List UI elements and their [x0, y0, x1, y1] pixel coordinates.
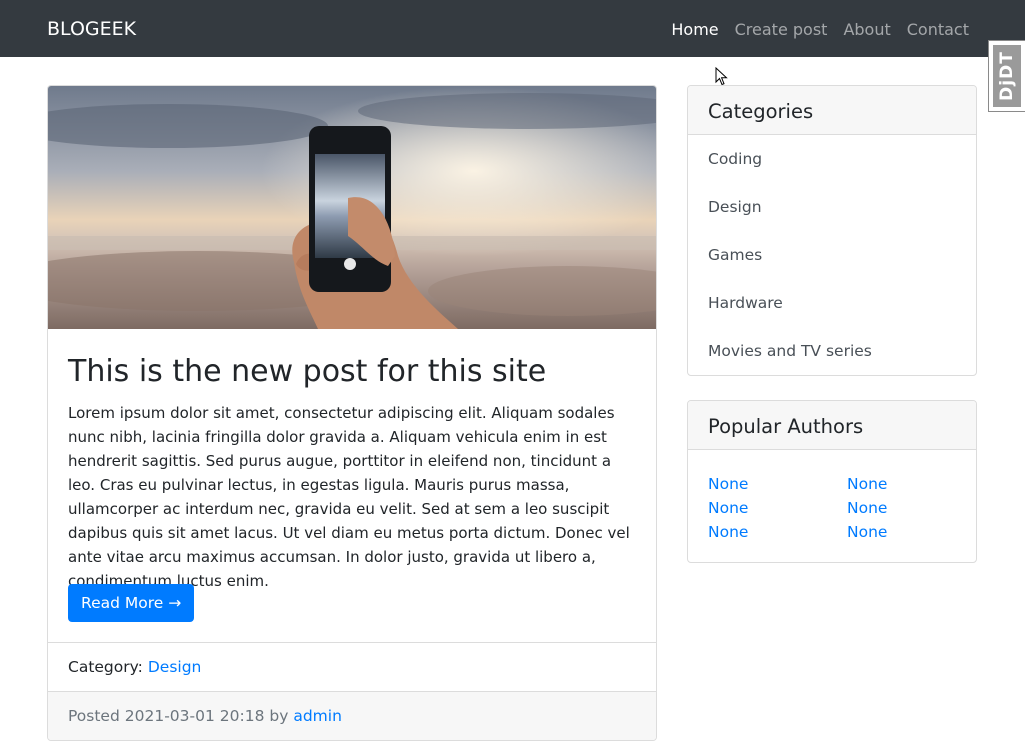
post-footer: Posted 2021-03-01 20:18 by admin: [48, 691, 656, 740]
posted-prefix: Posted: [68, 707, 120, 725]
post-card: This is the new post for this site Lorem…: [47, 85, 657, 741]
categories-title: Categories: [688, 86, 976, 135]
debug-toolbar-badge: DjDT: [993, 45, 1021, 107]
post-title: This is the new post for this site: [68, 354, 547, 389]
category-label: Category:: [68, 658, 143, 676]
author-item[interactable]: None: [847, 472, 967, 496]
brand-logo[interactable]: BLOGEEK: [47, 18, 136, 40]
posted-date: 2021-03-01 20:18: [124, 707, 265, 725]
nav-links: Home Create post About Contact: [671, 20, 969, 39]
post-category-row: Category: Design: [68, 658, 201, 676]
category-link[interactable]: Design: [148, 658, 202, 676]
post-body: Lorem ipsum dolor sit amet, consectetur …: [68, 404, 630, 590]
categories-card: Categories Coding Design Games Hardware …: [687, 85, 977, 376]
author-item[interactable]: None: [847, 496, 967, 520]
mouse-cursor-icon: [715, 67, 728, 86]
post-image: [48, 86, 656, 329]
nav-link-home[interactable]: Home: [671, 20, 718, 39]
top-navbar: BLOGEEK Home Create post About Contact: [0, 0, 1025, 57]
popular-authors-card: Popular Authors None None None None None…: [687, 400, 977, 563]
category-item-hardware[interactable]: Hardware: [688, 279, 976, 327]
debug-toolbar-label: DjDT: [997, 51, 1017, 101]
category-item-games[interactable]: Games: [688, 231, 976, 279]
author-item[interactable]: None: [708, 472, 847, 496]
nav-link-contact[interactable]: Contact: [907, 20, 969, 39]
posted-by: by: [269, 707, 289, 725]
post-meta: Posted 2021-03-01 20:18 by admin: [68, 707, 342, 725]
category-item-coding[interactable]: Coding: [688, 135, 976, 183]
author-item[interactable]: None: [847, 520, 967, 544]
author-link[interactable]: admin: [293, 707, 342, 725]
category-item-design[interactable]: Design: [688, 183, 976, 231]
nav-link-create-post[interactable]: Create post: [735, 20, 828, 39]
categories-list: Coding Design Games Hardware Movies and …: [688, 135, 976, 375]
author-item[interactable]: None: [708, 496, 847, 520]
nav-link-about[interactable]: About: [843, 20, 890, 39]
author-item[interactable]: None: [708, 520, 847, 544]
post-category-bar: Category: Design: [48, 642, 656, 691]
authors-grid: None None None None None None: [688, 450, 976, 544]
read-more-button[interactable]: Read More →: [68, 584, 195, 622]
popular-authors-title: Popular Authors: [688, 401, 976, 450]
debug-toolbar-handle[interactable]: DjDT: [988, 40, 1025, 112]
category-item-movies-tv[interactable]: Movies and TV series: [688, 327, 976, 375]
